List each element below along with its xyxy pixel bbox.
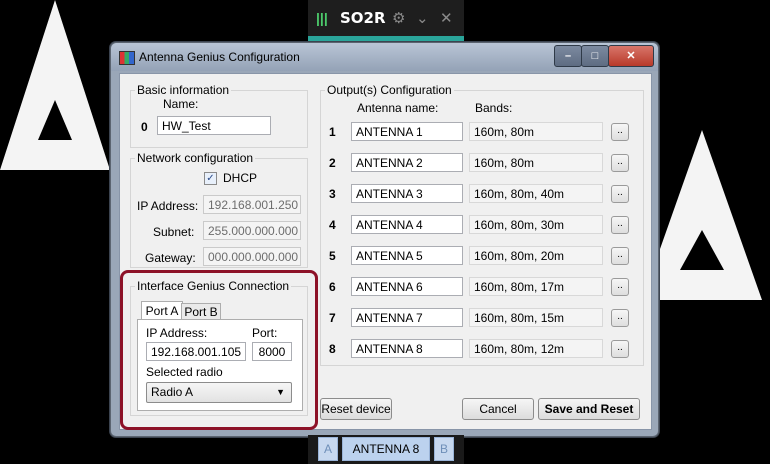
interface-genius-group: Interface Genius Connection Port A Port … <box>130 279 308 416</box>
dialog-client-area: Basic information Name: 0 HW_Test Networ… <box>119 73 652 430</box>
network-group: Network configuration ✓ DHCP IP Address:… <box>130 151 308 268</box>
output-row: 8 ANTENNA 8 160m, 80m, 12m.. <box>321 338 643 360</box>
port-a-panel: IP Address: Port: 192.168.001.105 8000 S… <box>137 319 303 411</box>
output-number: 4 <box>329 218 336 232</box>
maximize-button[interactable]: □ <box>581 45 609 67</box>
igc-ip-label: IP Address: <box>146 326 208 340</box>
antenna-name-field[interactable]: ANTENNA 4 <box>351 215 463 234</box>
selected-radio-label: Selected radio <box>146 365 223 379</box>
name-field[interactable]: HW_Test <box>157 116 271 135</box>
close-icon[interactable]: ✕ <box>440 9 453 27</box>
radio-a-indicator[interactable]: A <box>318 437 338 461</box>
output-row: 5 ANTENNA 5 160m, 80m, 20m.. <box>321 245 643 267</box>
tab-port-a[interactable]: Port A <box>141 301 183 320</box>
dhcp-label: DHCP <box>223 171 258 185</box>
outputs-label: Output(s) Configuration <box>325 83 454 97</box>
bands-select-button[interactable]: .. <box>611 123 629 141</box>
title-bar[interactable]: Antenna Genius Configuration – □ ✕ <box>111 43 658 71</box>
output-number: 6 <box>329 280 336 294</box>
background-letter-a-right <box>642 130 762 300</box>
bands-field[interactable]: 160m, 80m <box>469 122 603 141</box>
bands-field[interactable]: 160m, 80m, 40m <box>469 184 603 203</box>
antenna-name-field[interactable]: ANTENNA 2 <box>351 153 463 172</box>
waveform-icon: ||| <box>316 10 328 26</box>
selected-radio-dropdown[interactable]: Radio A ▼ <box>146 382 292 403</box>
antenna-name-field[interactable]: ANTENNA 1 <box>351 122 463 141</box>
dropdown-arrow-icon: ▼ <box>276 387 285 397</box>
output-number: 3 <box>329 187 336 201</box>
bottom-antenna-strip: A ANTENNA 8 B <box>308 435 464 464</box>
igc-port-field[interactable]: 8000 <box>252 342 292 361</box>
gateway-field[interactable]: 000.000.000.000 <box>203 247 301 266</box>
bands-field[interactable]: 160m, 80m, 15m <box>469 308 603 327</box>
so2r-title: SO2R <box>340 9 386 27</box>
bands-field[interactable]: 160m, 80m <box>469 153 603 172</box>
selected-radio-value: Radio A <box>151 385 194 399</box>
radio-b-indicator[interactable]: B <box>434 437 454 461</box>
bands-select-button[interactable]: .. <box>611 247 629 265</box>
bands-select-button[interactable]: .. <box>611 185 629 203</box>
antenna-name-header: Antenna name: <box>357 101 439 115</box>
output-number: 7 <box>329 311 336 325</box>
antenna-name-field[interactable]: ANTENNA 8 <box>351 339 463 358</box>
bands-select-button[interactable]: .. <box>611 216 629 234</box>
gear-icon[interactable]: ⚙ <box>392 9 405 27</box>
igc-port-label: Port: <box>252 326 278 340</box>
config-window: Antenna Genius Configuration – □ ✕ Basic… <box>110 42 659 437</box>
reset-device-button[interactable]: Reset device <box>320 398 392 420</box>
bands-select-button[interactable]: .. <box>611 340 629 358</box>
minimize-button[interactable]: – <box>554 45 582 67</box>
app-icon <box>119 51 135 65</box>
antenna-name-field[interactable]: ANTENNA 5 <box>351 246 463 265</box>
bands-field[interactable]: 160m, 80m, 12m <box>469 339 603 358</box>
dhcp-checkbox[interactable]: ✓ <box>204 172 217 185</box>
antenna-name-field[interactable]: ANTENNA 6 <box>351 277 463 296</box>
bands-select-button[interactable]: .. <box>611 309 629 327</box>
close-window-button[interactable]: ✕ <box>608 45 654 67</box>
so2r-header: ||| SO2R ⚙ ⌄ ✕ <box>308 0 464 42</box>
subnet-field[interactable]: 255.000.000.000 <box>203 221 301 240</box>
antenna-name-field[interactable]: ANTENNA 7 <box>351 308 463 327</box>
bands-select-button[interactable]: .. <box>611 278 629 296</box>
outputs-group: Output(s) Configuration Antenna name: Ba… <box>320 83 644 366</box>
tab-port-b[interactable]: Port B <box>181 303 221 320</box>
name-label: Name: <box>163 97 199 111</box>
cancel-button[interactable]: Cancel <box>462 398 534 420</box>
output-number: 8 <box>329 342 336 356</box>
output-number: 5 <box>329 249 336 263</box>
background-letter-a-left <box>0 0 110 170</box>
subnet-label: Subnet: <box>153 225 195 239</box>
output-row: 6 ANTENNA 6 160m, 80m, 17m.. <box>321 276 643 298</box>
ip-address-label: IP Address: <box>137 199 199 213</box>
device-index: 0 <box>141 120 148 134</box>
current-antenna-label[interactable]: ANTENNA 8 <box>342 437 430 461</box>
output-row: 2 ANTENNA 2 160m, 80m.. <box>321 152 643 174</box>
output-number: 2 <box>329 156 336 170</box>
output-number: 1 <box>329 125 336 139</box>
output-row: 3 ANTENNA 3 160m, 80m, 40m.. <box>321 183 643 205</box>
network-label: Network configuration <box>135 151 256 165</box>
chevron-down-icon[interactable]: ⌄ <box>416 9 429 27</box>
bands-field[interactable]: 160m, 80m, 20m <box>469 246 603 265</box>
output-row: 7 ANTENNA 7 160m, 80m, 15m.. <box>321 307 643 329</box>
bands-header: Bands: <box>475 101 513 115</box>
bands-select-button[interactable]: .. <box>611 154 629 172</box>
output-row: 1 ANTENNA 1 160m, 80m.. <box>321 121 643 143</box>
window-title: Antenna Genius Configuration <box>139 50 300 64</box>
antenna-name-field[interactable]: ANTENNA 3 <box>351 184 463 203</box>
output-row: 4 ANTENNA 4 160m, 80m, 30m.. <box>321 214 643 236</box>
igc-ip-field[interactable]: 192.168.001.105 <box>146 342 246 361</box>
ip-address-field[interactable]: 192.168.001.250 <box>203 195 301 214</box>
basic-info-group: Basic information Name: 0 HW_Test <box>130 83 308 148</box>
bands-field[interactable]: 160m, 80m, 17m <box>469 277 603 296</box>
save-and-reset-button[interactable]: Save and Reset <box>538 398 640 420</box>
basic-info-label: Basic information <box>135 83 232 97</box>
bands-field[interactable]: 160m, 80m, 30m <box>469 215 603 234</box>
interface-genius-label: Interface Genius Connection <box>135 279 292 293</box>
gateway-label: Gateway: <box>145 251 196 265</box>
